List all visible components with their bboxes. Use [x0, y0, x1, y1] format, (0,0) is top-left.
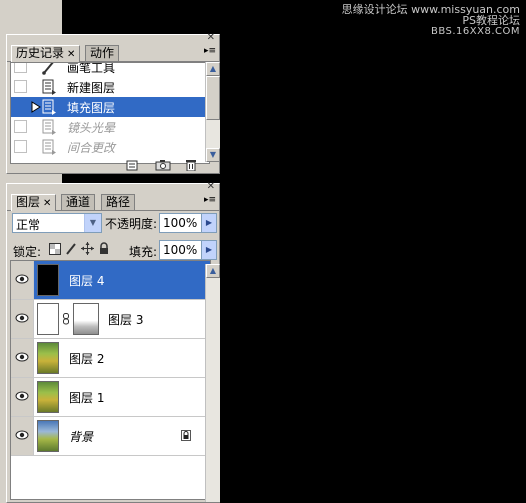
layer-row[interactable]: 图层 1	[11, 378, 210, 417]
panel-menu-icon[interactable]: ▸≡	[204, 47, 216, 56]
layer-visibility-toggle[interactable]	[11, 300, 34, 338]
panel-menu-icon[interactable]: ▸≡	[204, 196, 216, 205]
layer-row[interactable]: 图层 2	[11, 339, 210, 378]
history-snapshot-checkbox[interactable]	[14, 100, 27, 113]
tab-paths-label: 路径	[106, 195, 131, 209]
layer-visibility-toggle[interactable]	[11, 417, 34, 455]
layer-thumbnail	[37, 303, 59, 335]
layer-visibility-toggle[interactable]	[11, 261, 34, 299]
tab-actions-label: 动作	[90, 46, 115, 60]
blend-mode-value: 正常	[16, 218, 41, 232]
tab-close-icon[interactable]: ✕	[43, 198, 51, 209]
mask-link-icon[interactable]	[63, 313, 69, 328]
layer-row[interactable]: 背景	[11, 417, 210, 456]
watermark: 思缘设计论坛 www.missyuan.com PS教程论坛 BBS.16XX8…	[342, 4, 520, 37]
history-item[interactable]: 间合更改	[11, 137, 209, 157]
lock-transparent-icon[interactable]	[49, 243, 61, 258]
eye-icon	[15, 313, 29, 323]
scroll-up-button[interactable]: ▲	[206, 62, 220, 76]
scroll-up-button[interactable]: ▲	[206, 264, 220, 278]
eye-icon	[15, 430, 29, 440]
history-list[interactable]: 画笔工具新建图层填充图层镜头光晕间合更改	[10, 62, 210, 164]
tab-history-label: 历史记录	[16, 46, 65, 60]
history-snapshot-checkbox[interactable]	[14, 140, 27, 153]
tab-layers-label: 图层	[16, 195, 41, 209]
history-tab-row: 历史记录 ✕ 动作 ▸≡	[7, 43, 219, 62]
layer-visibility-toggle[interactable]	[11, 339, 34, 377]
layers-scrollbar[interactable]: ▲	[205, 264, 220, 502]
layer-thumbnail	[37, 420, 59, 452]
tab-layers[interactable]: 图层 ✕	[11, 194, 57, 211]
history-item[interactable]: 镜头光晕	[11, 117, 209, 137]
history-state-icon	[42, 99, 56, 115]
lock-position-icon[interactable]	[81, 242, 94, 258]
history-item[interactable]: 填充图层	[11, 97, 209, 117]
layer-name: 图层 1	[69, 391, 105, 405]
opacity-label: 不透明度:	[105, 217, 158, 231]
eye-icon	[15, 391, 29, 401]
history-item-label: 新建图层	[67, 81, 116, 95]
layer-visibility-toggle[interactable]	[11, 378, 34, 416]
lock-label: 锁定:	[13, 245, 42, 259]
lock-all-icon[interactable]	[99, 242, 109, 257]
watermark-line-3: BBS.16XX8.COM	[430, 26, 520, 37]
tab-paths[interactable]: 路径	[101, 194, 136, 210]
layers-panel-titlebar[interactable]: ✕	[7, 182, 219, 192]
scroll-thumb[interactable]	[206, 76, 220, 120]
history-item-label: 画笔工具	[67, 62, 116, 75]
history-state-marker-icon[interactable]	[31, 101, 41, 113]
new-document-icon[interactable]	[125, 159, 141, 173]
layer-thumbnail	[37, 381, 59, 413]
lock-pixels-icon[interactable]	[65, 243, 77, 258]
fill-slider-arrow-icon[interactable]: ▶	[201, 240, 217, 260]
scroll-down-button[interactable]: ▼	[206, 148, 220, 162]
layer-row[interactable]: 图层 4	[11, 261, 210, 300]
layer-row[interactable]: 图层 3	[11, 300, 210, 339]
close-icon[interactable]: ✕	[207, 182, 215, 192]
tab-channels[interactable]: 通道	[61, 194, 96, 210]
eye-icon	[15, 352, 29, 362]
history-state-icon	[42, 119, 56, 135]
opacity-input[interactable]: 100%	[159, 213, 203, 233]
history-state-icon	[42, 139, 56, 155]
layer-name: 图层 4	[69, 274, 105, 288]
history-panel-titlebar[interactable]: ✕	[7, 33, 219, 43]
trash-icon[interactable]	[184, 159, 200, 173]
layers-list[interactable]: 图层 4 图层 3 图层 2 图层 1 背景	[10, 260, 211, 500]
close-icon[interactable]: ✕	[207, 33, 215, 43]
tab-history[interactable]: 历史记录 ✕	[11, 45, 81, 62]
history-panel: ✕ 历史记录 ✕ 动作 ▸≡ 画笔工具 新建图层 填充图层 镜头光晕 间合更改 ▲ ▼	[6, 33, 220, 174]
tab-channels-label: 通道	[66, 195, 91, 209]
history-item[interactable]: 画笔工具	[11, 62, 209, 77]
layer-name: 图层 2	[69, 352, 105, 366]
chevron-down-icon[interactable]: ▼	[84, 214, 101, 232]
layer-mask-thumbnail[interactable]	[73, 303, 99, 335]
opacity-slider-arrow-icon[interactable]: ▶	[201, 213, 217, 233]
layers-panel: ✕ 图层 ✕ 通道 路径 ▸≡ 正常 ▼ 不透明度: 100% ▶ 锁定: 填充:…	[6, 182, 220, 503]
layer-name: 图层 3	[108, 313, 144, 327]
layer-thumbnail	[37, 264, 59, 296]
lock-icon	[181, 430, 191, 444]
layers-tab-row: 图层 ✕ 通道 路径 ▸≡	[7, 192, 219, 211]
history-snapshot-checkbox[interactable]	[14, 63, 27, 73]
history-item-label: 镜头光晕	[67, 121, 116, 135]
history-state-icon	[42, 79, 56, 95]
fill-label: 填充:	[129, 245, 158, 259]
history-snapshot-checkbox[interactable]	[14, 80, 27, 93]
eye-icon	[15, 274, 29, 284]
fill-input[interactable]: 100%	[159, 240, 203, 260]
tab-actions[interactable]: 动作	[85, 45, 120, 61]
layer-thumbnail	[37, 342, 59, 374]
history-item-label: 填充图层	[67, 101, 116, 115]
history-snapshot-checkbox[interactable]	[14, 120, 27, 133]
watermark-line-2: PS教程论坛	[462, 14, 520, 27]
history-item-label: 间合更改	[67, 141, 116, 155]
blend-mode-select[interactable]: 正常 ▼	[12, 213, 102, 233]
camera-snapshot-icon[interactable]	[155, 159, 171, 173]
history-scrollbar[interactable]: ▲ ▼	[205, 62, 220, 162]
tab-close-icon[interactable]: ✕	[67, 49, 75, 60]
history-item[interactable]: 新建图层	[11, 77, 209, 97]
brush-icon	[42, 63, 54, 75]
layer-name: 背景	[69, 430, 94, 444]
